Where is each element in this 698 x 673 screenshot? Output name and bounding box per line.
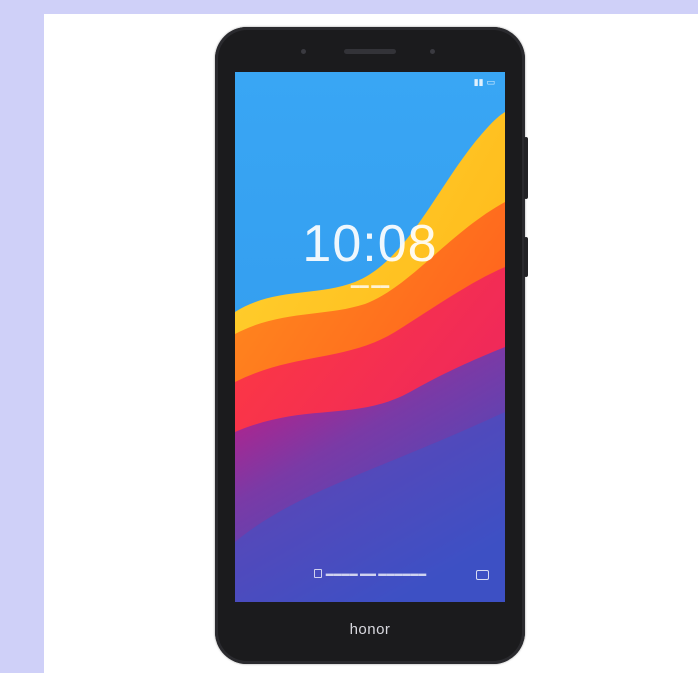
phone-screen: ▮▮ ▭ 10:08 ▬▬ ▬▬ ▬▬▬▬ ▬▬ ▬▬▬▬▬▬	[235, 72, 505, 602]
volume-button	[524, 137, 528, 199]
wallpaper-waves	[235, 72, 505, 602]
status-bar: ▮▮ ▭	[473, 78, 495, 88]
smartphone: ▮▮ ▭ 10:08 ▬▬ ▬▬ ▬▬▬▬ ▬▬ ▬▬▬▬▬▬ honor	[215, 27, 528, 664]
camera-icon	[476, 570, 489, 580]
front-sensor	[301, 49, 306, 54]
earpiece-speaker	[344, 49, 396, 54]
lock-icon	[313, 569, 322, 579]
front-camera	[430, 49, 435, 54]
unlock-hint: ▬▬▬▬ ▬▬ ▬▬▬▬▬▬	[235, 569, 505, 579]
power-button	[524, 237, 528, 277]
lockscreen-clock: 10:08	[302, 215, 438, 273]
brand-logo: honor	[349, 621, 391, 638]
lockscreen-date: ▬▬ ▬▬	[350, 280, 390, 290]
unlock-hint-text: ▬▬▬▬ ▬▬ ▬▬▬▬▬▬	[325, 569, 427, 578]
